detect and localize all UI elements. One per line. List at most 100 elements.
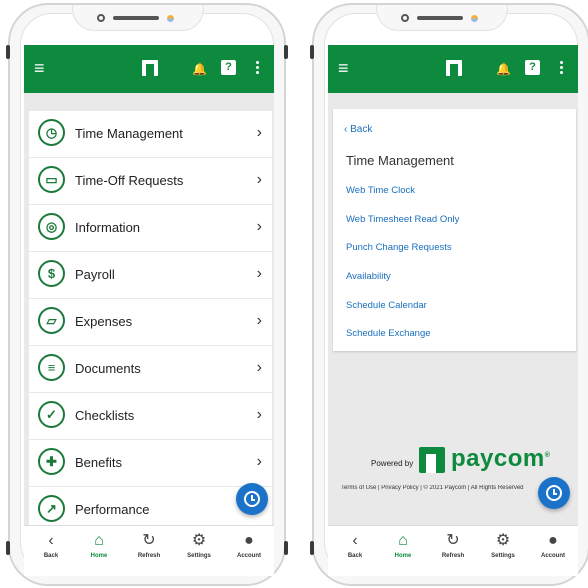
bell-icon[interactable]: 🔔	[192, 61, 207, 77]
menu-item[interactable]: ◷ Time Management ›	[29, 111, 272, 157]
gear-icon: ⚙	[495, 532, 511, 549]
account-icon: ●	[244, 532, 254, 549]
back-icon: ‹	[352, 532, 358, 549]
tab-label: Refresh	[137, 553, 161, 559]
side-button	[284, 541, 288, 555]
tab-account[interactable]: ● Account	[528, 532, 578, 559]
tab-home[interactable]: ⌂ Home	[378, 532, 428, 559]
side-button	[310, 541, 314, 555]
camera-icon	[471, 15, 478, 22]
tab-home[interactable]: ⌂ Home	[74, 532, 124, 559]
tab-refresh[interactable]: ↻ Refresh	[124, 532, 174, 559]
gear-icon: ⚙	[191, 532, 207, 549]
tab-label: Home	[90, 553, 108, 559]
menu-item-label: Documents	[75, 361, 141, 376]
menu-item[interactable]: $ Payroll ›	[29, 252, 272, 298]
menu-item-label: Benefits	[75, 455, 122, 470]
chevron-right-icon: ›	[256, 265, 262, 282]
side-button	[310, 45, 314, 59]
screen-time-management: ≡ 🔔 ? ‹ Back Time Management Web Time Cl…	[328, 45, 578, 576]
side-button	[6, 45, 10, 59]
tab-label: Settings	[187, 553, 211, 559]
footer-legal[interactable]: Terms of Use | Privacy Policy | © 2021 P…	[341, 485, 566, 491]
tab-label: Account	[237, 553, 261, 559]
link-availability[interactable]: Availability	[346, 271, 391, 282]
more-options-icon[interactable]	[256, 61, 260, 76]
paycom-logo-icon	[419, 447, 445, 473]
chevron-right-icon: ›	[256, 359, 262, 376]
side-button	[284, 45, 288, 59]
main-menu-list: ◷ Time Management › ▭ Time-Off Requests › ◎ Inf…	[29, 111, 272, 534]
menu-item-label: Expenses	[75, 314, 133, 329]
fingerprint-icon: ◎	[38, 213, 65, 240]
help-icon[interactable]: ?	[221, 60, 236, 75]
time-clock-fab[interactable]	[236, 483, 268, 515]
back-icon: ‹	[48, 532, 54, 549]
app-header: ≡ 🔔 ?	[24, 45, 274, 93]
tab-settings[interactable]: ⚙ Settings	[174, 532, 224, 559]
clock-icon	[244, 491, 260, 507]
travel-icon: ▭	[38, 166, 65, 193]
link-web-timesheet[interactable]: Web Timesheet Read Only	[346, 214, 459, 225]
tab-back[interactable]: ‹ Back	[26, 532, 76, 559]
camera-icon	[167, 15, 174, 22]
clock-icon: ◷	[38, 119, 65, 146]
account-icon: ●	[548, 532, 558, 549]
tab-settings[interactable]: ⚙ Settings	[478, 532, 528, 559]
tab-back[interactable]: ‹ Back	[330, 532, 380, 559]
link-schedule-calendar[interactable]: Schedule Calendar	[346, 300, 427, 311]
menu-item[interactable]: ▭ Time-Off Requests ›	[29, 158, 272, 204]
menu-item-label: Performance	[75, 502, 150, 517]
menu-item[interactable]: ≡ Documents ›	[29, 346, 272, 392]
clock-icon	[546, 485, 562, 501]
chevron-right-icon: ›	[256, 406, 262, 423]
menu-item[interactable]: ✓ Checklists ›	[29, 393, 272, 439]
link-schedule-exchange[interactable]: Schedule Exchange	[346, 328, 431, 339]
sensor-icon	[97, 14, 105, 22]
tab-refresh[interactable]: ↻ Refresh	[428, 532, 478, 559]
paycom-logo-icon[interactable]	[446, 60, 462, 76]
hamburger-menu-icon[interactable]: ≡	[34, 59, 45, 77]
card-title: Time Management	[346, 153, 454, 168]
phone-left: ≡ 🔔 ? ◷ Time Management › ▭ Time-Off Request…	[6, 3, 288, 586]
card-icon: ▱	[38, 307, 65, 334]
bottom-tab-bar: ‹ Back ⌂ Home ↻ Refresh ⚙ Settings ● Account	[24, 525, 274, 576]
menu-item-label: Checklists	[75, 408, 135, 423]
tab-label: Home	[394, 553, 412, 559]
menu-item[interactable]: ✚ Benefits ›	[29, 440, 272, 486]
chevron-right-icon: ›	[256, 312, 262, 329]
bell-icon[interactable]: 🔔	[496, 61, 511, 77]
menu-item[interactable]: ◎ Information ›	[29, 205, 272, 251]
link-web-time-clock[interactable]: Web Time Clock	[346, 185, 415, 196]
time-clock-fab[interactable]	[538, 477, 570, 509]
phone-notch	[72, 5, 204, 31]
phone-right: ≡ 🔔 ? ‹ Back Time Management Web Time Cl…	[310, 3, 588, 586]
app-header: ≡ 🔔 ?	[328, 45, 578, 93]
refresh-icon: ↻	[446, 532, 460, 549]
dollar-icon: $	[38, 260, 65, 287]
tab-account[interactable]: ● Account	[224, 532, 274, 559]
back-link[interactable]: ‹ Back	[344, 124, 372, 135]
help-icon[interactable]: ?	[525, 60, 540, 75]
time-management-card: ‹ Back Time Management Web Time Clock We…	[333, 109, 576, 351]
speaker-icon	[113, 16, 159, 20]
home-icon: ⌂	[398, 532, 408, 549]
speaker-icon	[417, 16, 463, 20]
tab-label: Settings	[491, 553, 515, 559]
tab-label: Refresh	[441, 553, 465, 559]
menu-item-label: Information	[75, 220, 141, 235]
checklist-icon: ✓	[38, 401, 65, 428]
document-icon: ≡	[38, 354, 65, 381]
tab-label: Account	[541, 553, 565, 559]
link-punch-change-requests[interactable]: Punch Change Requests	[346, 242, 452, 253]
chevron-right-icon: ›	[256, 453, 262, 470]
side-button	[6, 541, 10, 555]
menu-item-label: Payroll	[75, 267, 115, 282]
hamburger-menu-icon[interactable]: ≡	[338, 59, 349, 77]
refresh-icon: ↻	[142, 532, 156, 549]
paycom-logo-icon[interactable]	[142, 60, 158, 76]
more-options-icon[interactable]	[560, 61, 564, 76]
sensor-icon	[401, 14, 409, 22]
phone-notch	[376, 5, 508, 31]
menu-item[interactable]: ▱ Expenses ›	[29, 299, 272, 345]
